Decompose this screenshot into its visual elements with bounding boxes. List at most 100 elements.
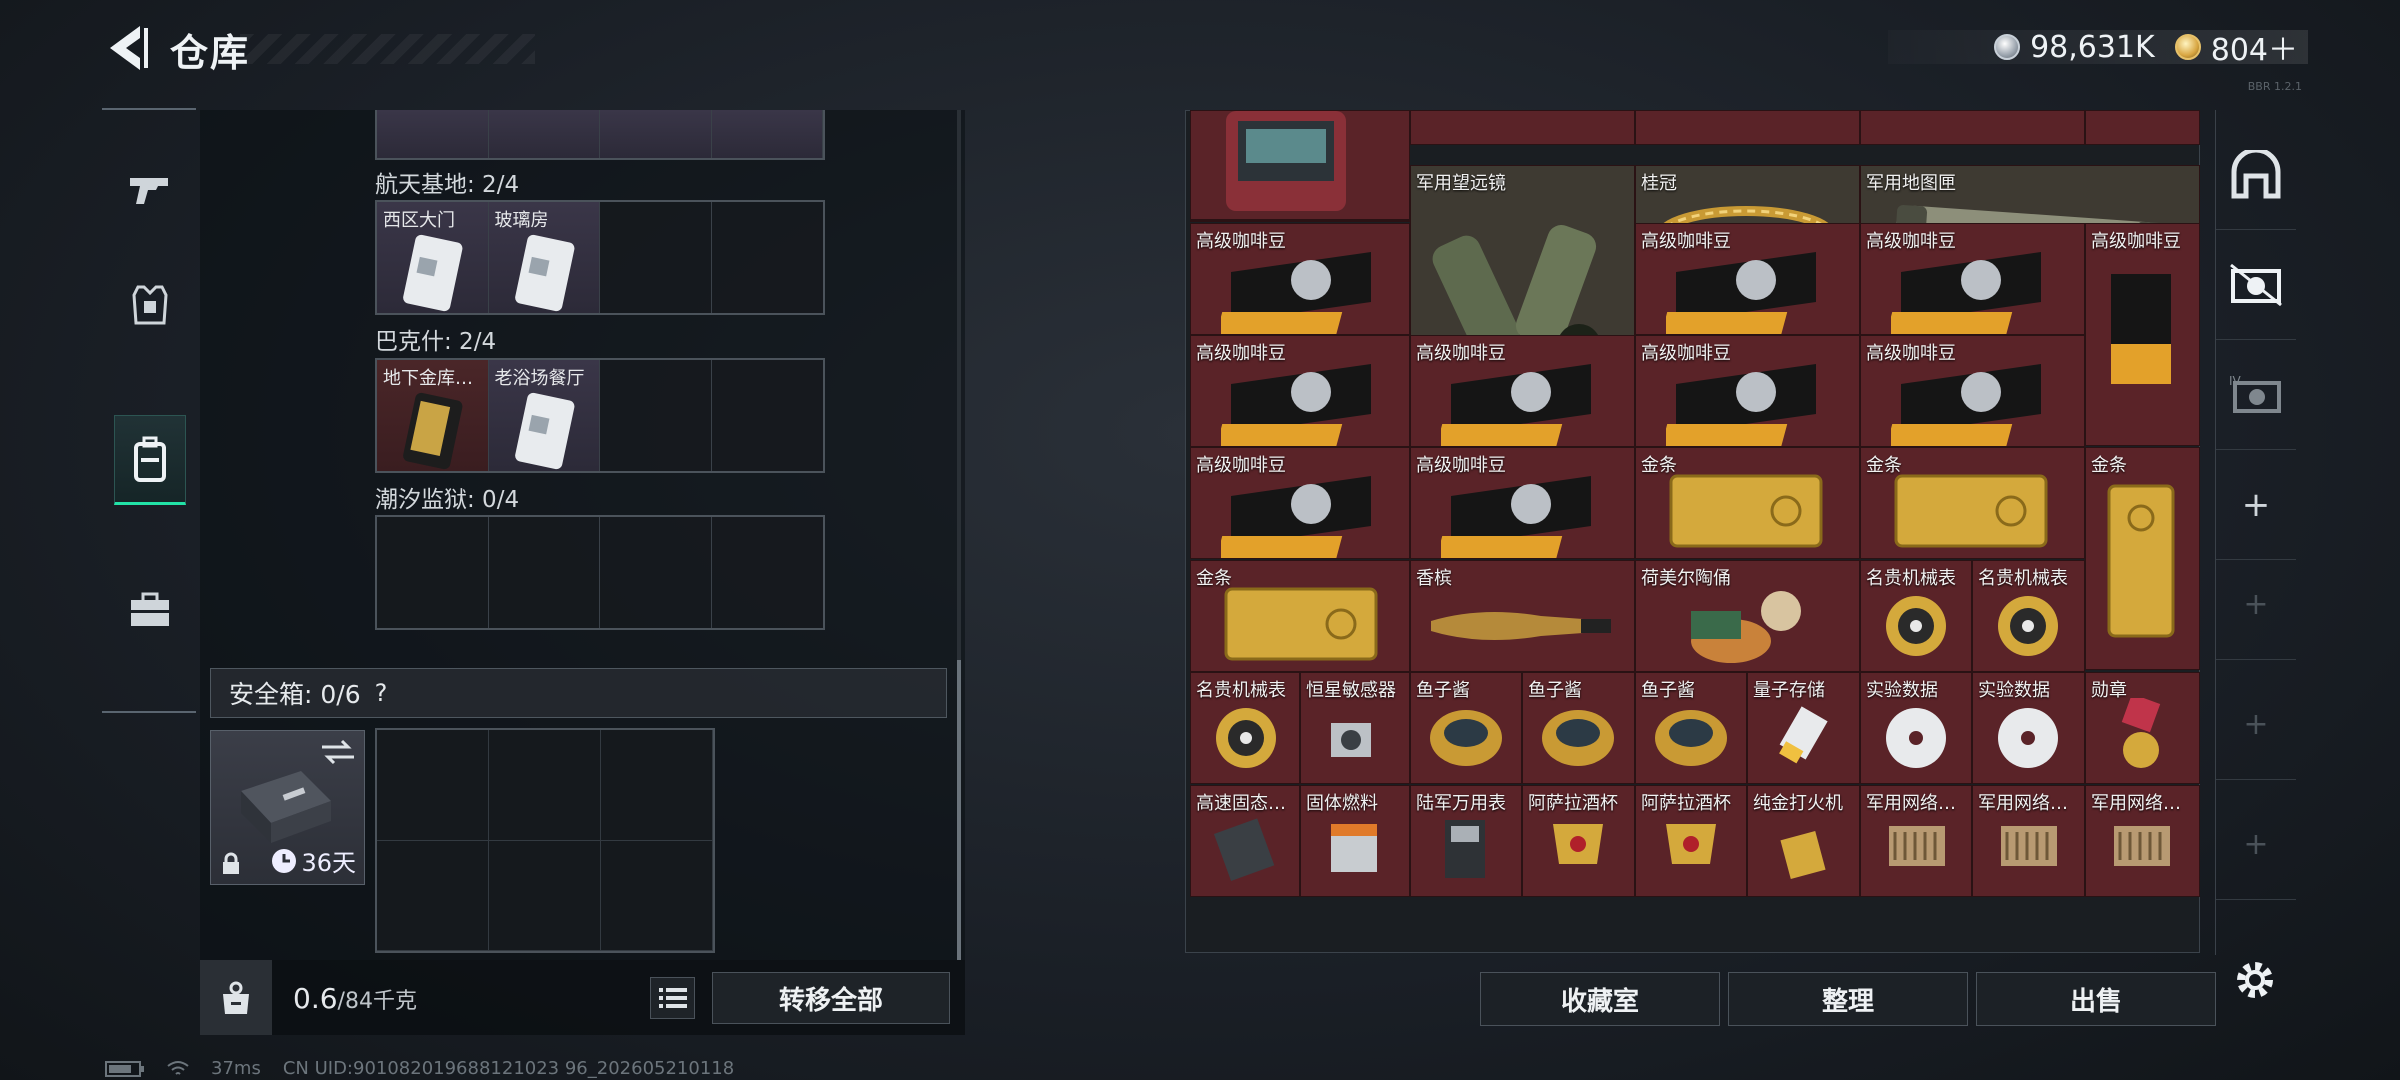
safe-slot[interactable] [489, 840, 601, 951]
network-device-icon [2114, 826, 2170, 866]
camera-4-tab[interactable]: IV [2216, 340, 2296, 450]
safe-case-icon [241, 771, 331, 843]
item-label: 军用网络… [2091, 793, 2181, 814]
item-cell-disc[interactable]: 实验数据 [1972, 672, 2085, 784]
item-cell-watch[interactable]: 名贵机械表 [1860, 560, 1972, 672]
item-cell-caviar[interactable]: 鱼子酱 [1522, 672, 1635, 784]
silver-currency[interactable]: 98,631K [1994, 30, 2155, 65]
item-cell-medal[interactable]: 勋章 [2085, 672, 2200, 784]
item-cell-coffee[interactable]: 高级咖啡豆 [1410, 335, 1635, 447]
slot-partial-2[interactable] [488, 110, 600, 158]
item-cell-coffee[interactable]: 高级咖啡豆 [1190, 447, 1410, 559]
add-tab-button-locked[interactable]: + [2216, 550, 2296, 660]
empty-key-slot[interactable] [711, 360, 823, 471]
item-cell-figurine[interactable]: 荷美尔陶俑 [1635, 560, 1860, 672]
sort-button[interactable]: 整理 [1728, 972, 1968, 1026]
empty-key-slot[interactable] [377, 517, 489, 628]
item-cell-cup[interactable]: 阿萨拉酒杯 [1522, 785, 1635, 897]
stash-scroll-thumb[interactable] [957, 660, 961, 960]
item-cell-coffee[interactable]: 高级咖啡豆 [2085, 223, 2200, 446]
safe-slot[interactable] [601, 840, 713, 951]
item-cell-coffee[interactable]: 高级咖啡豆 [1860, 335, 2085, 447]
slot-partial-4[interactable] [711, 110, 823, 158]
safe-slot[interactable] [601, 730, 713, 841]
transfer-all-button[interactable]: 转移全部 [712, 972, 950, 1024]
item-cell-coffee[interactable]: 高级咖啡豆 [1635, 335, 1860, 447]
stash-scrollbar[interactable] [957, 110, 961, 960]
add-tab-button[interactable]: + [2216, 450, 2296, 560]
key-slot[interactable]: 地下金库… [377, 360, 489, 471]
item-cell-radio[interactable] [1190, 110, 1410, 220]
item-cell-partial[interactable] [1860, 110, 2085, 145]
item-cell-partial[interactable] [1635, 110, 1860, 145]
medal-icon [2121, 698, 2161, 768]
item-cell-network[interactable]: 军用网络… [1860, 785, 1972, 897]
empty-key-slot[interactable] [711, 517, 823, 628]
item-cell-watch[interactable]: 名贵机械表 [1972, 560, 2085, 672]
item-cell-coffee[interactable]: 高级咖啡豆 [1860, 223, 2085, 335]
key-slot[interactable]: 玻璃房 [488, 202, 600, 313]
safe-box-item[interactable]: 36天 [210, 730, 365, 885]
item-cell-partial[interactable] [1410, 110, 1635, 145]
item-cell-coffee[interactable]: 高级咖啡豆 [1190, 223, 1410, 335]
slot-partial-1[interactable] [377, 110, 489, 158]
item-cell-coffee[interactable]: 高级咖啡豆 [1190, 335, 1410, 447]
item-cell-quantum[interactable]: 量子存储 [1747, 672, 1860, 784]
empty-key-slot[interactable] [488, 517, 600, 628]
safe-slot[interactable] [377, 730, 489, 841]
item-cell-gold-bar[interactable]: 金条 [2085, 447, 2200, 670]
nav-backpack[interactable] [114, 415, 186, 505]
item-cell-army-watch[interactable]: 陆军万用表 [1410, 785, 1522, 897]
add-tab-button-locked[interactable]: + [2216, 670, 2296, 780]
settings-gear-icon[interactable] [2230, 955, 2280, 1005]
item-cell-champagne[interactable]: 香槟 [1410, 560, 1635, 672]
sell-button[interactable]: 出售 [1976, 972, 2216, 1026]
slot-partial-3[interactable] [600, 110, 712, 158]
nav-armor[interactable] [114, 260, 186, 350]
item-cell-network[interactable]: 军用网络… [1972, 785, 2085, 897]
item-cell-coffee[interactable]: 高级咖啡豆 [1635, 223, 1860, 335]
camera-tab[interactable] [2216, 230, 2296, 340]
item-cell-cup[interactable]: 阿萨拉酒杯 [1635, 785, 1747, 897]
item-cell-coffee[interactable]: 高级咖啡豆 [1410, 447, 1635, 559]
empty-key-slot[interactable] [711, 202, 823, 313]
item-cell-partial[interactable] [2085, 110, 2200, 145]
item-cell-gold-bar[interactable]: 金条 [1635, 447, 1860, 559]
status-bar: 37ms CN UID:901082019688121023 96_202605… [105, 1058, 734, 1079]
help-icon[interactable]: ? [375, 679, 388, 707]
goblet-icon [1666, 824, 1716, 864]
item-cell-caviar[interactable]: 鱼子酱 [1635, 672, 1747, 784]
key-slot[interactable]: 西区大门 [377, 202, 489, 313]
battery-icon [105, 1060, 144, 1077]
key-slot[interactable]: 老浴场餐厅 [488, 360, 600, 471]
item-cell-watch[interactable]: 名贵机械表 [1190, 672, 1300, 784]
vault-tab[interactable] [2216, 120, 2296, 230]
item-label: 军用网络… [1978, 793, 2068, 814]
item-cell-sensor[interactable]: 恒星敏感器 [1300, 672, 1410, 784]
item-cell-caviar[interactable]: 鱼子酱 [1410, 672, 1522, 784]
collection-room-button[interactable]: 收藏室 [1480, 972, 1720, 1026]
gun-icon [130, 178, 168, 204]
list-view-button[interactable] [650, 977, 695, 1019]
gold-currency[interactable]: 804＋ [2174, 25, 2298, 69]
item-cell-ssd[interactable]: 高速固态… [1190, 785, 1300, 897]
empty-key-slot[interactable] [600, 202, 712, 313]
back-arrow-icon[interactable] [100, 22, 150, 74]
key-grid-spacebase: 西区大门 玻璃房 [375, 200, 825, 315]
item-cell-network[interactable]: 军用网络… [2085, 785, 2200, 897]
empty-key-slot[interactable] [600, 517, 712, 628]
add-tab-button-locked[interactable]: + [2216, 790, 2296, 900]
safe-slot[interactable] [377, 840, 489, 951]
item-cell-gold-bar[interactable]: 金条 [1190, 560, 1410, 672]
nav-briefcase[interactable] [114, 565, 186, 655]
item-cell-disc[interactable]: 实验数据 [1860, 672, 1972, 784]
nav-weapons[interactable] [114, 145, 186, 235]
item-label: 鱼子酱 [1528, 680, 1582, 701]
item-cell-gold-bar[interactable]: 金条 [1860, 447, 2085, 559]
empty-key-slot[interactable] [600, 360, 712, 471]
coffee-bag-icon [1891, 364, 2041, 446]
item-cell-fuel[interactable]: 固体燃料 [1300, 785, 1410, 897]
safe-slot[interactable] [489, 730, 601, 841]
page-title: 仓库 [170, 31, 251, 75]
item-cell-lighter[interactable]: 纯金打火机 [1747, 785, 1860, 897]
